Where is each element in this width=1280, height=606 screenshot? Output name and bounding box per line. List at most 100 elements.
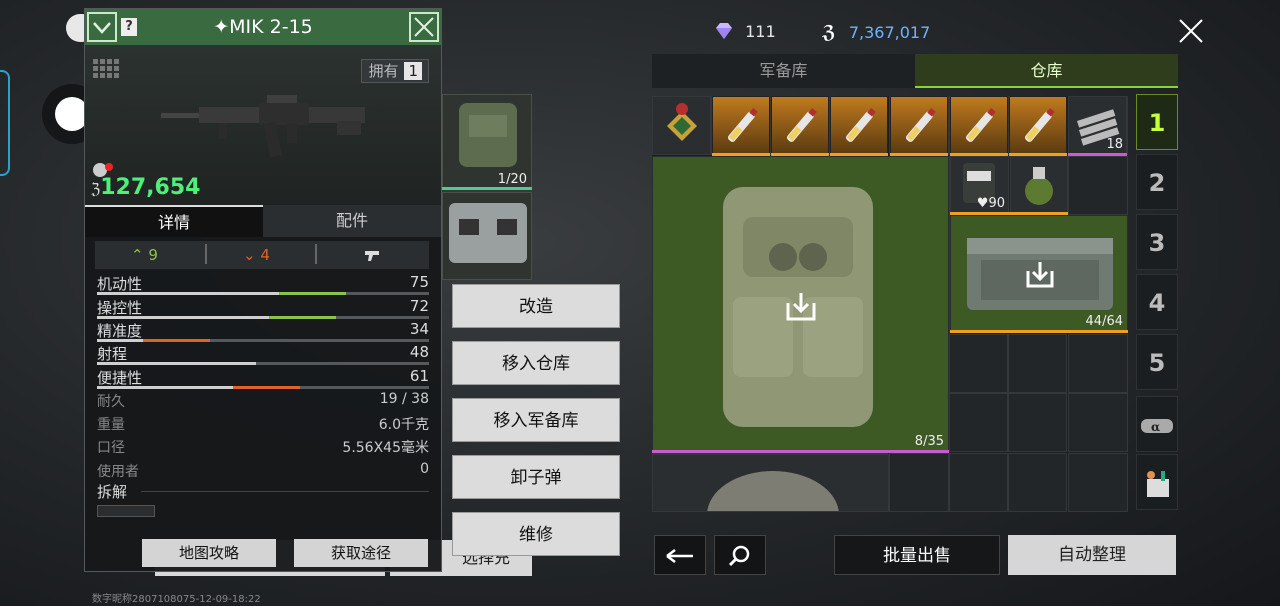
empty-slot[interactable] — [1068, 453, 1128, 512]
stat-bar-fill — [143, 339, 210, 342]
item-price: 127,654 — [100, 175, 201, 200]
diamond-icon — [716, 23, 732, 39]
stat-bar-fill — [233, 386, 300, 389]
empty-slot[interactable] — [1008, 453, 1067, 512]
page-tab-4[interactable]: 4 — [1136, 274, 1178, 330]
stat-bar — [97, 339, 429, 342]
tab-box[interactable] — [1136, 454, 1178, 510]
armor-icon — [449, 203, 527, 263]
empty-slot[interactable] — [889, 453, 949, 512]
empty-slot[interactable] — [1068, 156, 1128, 215]
backpack-item[interactable]: 8/35 — [652, 156, 949, 452]
search-button[interactable] — [714, 535, 766, 575]
injector-item[interactable] — [771, 96, 829, 155]
item-title: MIK 2-15 — [229, 16, 313, 38]
upgrade-down-value: 4 — [260, 246, 270, 264]
weapon-preview: 拥有 1 ℨ127,654 — [85, 45, 441, 205]
info-row: 口径 5.56X45毫米 — [97, 437, 429, 459]
page-tab-5[interactable]: 5 — [1136, 334, 1178, 390]
stat-bar — [97, 292, 429, 295]
injector-item[interactable] — [712, 96, 770, 155]
vest-item[interactable]: 1/20 — [442, 94, 532, 190]
tab-details[interactable]: 详情 — [85, 205, 263, 237]
case-count: 44/64 — [1085, 314, 1123, 329]
ammo-count: 18 — [1106, 137, 1123, 152]
item-title-wrap: ✦MIK 2-15 — [213, 16, 313, 38]
stat-value: 34 — [409, 320, 429, 338]
rarity-bar — [442, 187, 532, 190]
unload-ammo-button[interactable]: 卸子弹 — [452, 455, 620, 499]
edge-handle[interactable] — [0, 70, 10, 176]
page-tab-1[interactable]: 1 — [1136, 94, 1178, 150]
info-label: 口径 — [97, 440, 125, 456]
move-to-warehouse-button[interactable]: 移入仓库 — [452, 341, 620, 385]
auto-sort-button[interactable]: 自动整理 — [1008, 535, 1176, 575]
info-row: 耐久 19 / 38 — [97, 391, 429, 413]
map-guide-button[interactable]: 地图攻略 — [142, 539, 276, 567]
empty-slot[interactable] — [1068, 393, 1128, 452]
page-tab-2[interactable]: 2 — [1136, 154, 1178, 210]
coin-count: 7,367,017 — [848, 23, 931, 42]
syringe-icon — [965, 107, 996, 142]
helmet-item[interactable] — [652, 454, 889, 512]
sort-button[interactable] — [654, 535, 706, 575]
close-icon — [414, 17, 434, 37]
stat-value: 75 — [409, 273, 429, 291]
stat-row: 射程 48 — [97, 343, 429, 365]
stat-bar-fill — [189, 362, 257, 365]
empty-slot[interactable] — [949, 393, 1008, 452]
syringe-icon — [727, 107, 758, 142]
tab-warehouse[interactable]: 仓库 — [915, 54, 1178, 88]
item-detail-panel: ? ✦MIK 2-15 拥有 1 ℨ127,654 详情 配件 ⌃ 9 ⌄ 4 … — [84, 8, 442, 572]
medkit-item[interactable]: ♥90 — [950, 156, 1009, 214]
empty-slot[interactable] — [949, 334, 1008, 393]
stat-row: 精准度 34 — [97, 320, 429, 342]
user-watermark: 数字昵称2807108075-12-09-18:22 — [92, 594, 261, 605]
medal-icon — [667, 103, 697, 141]
info-value: 5.56X45毫米 — [342, 440, 429, 456]
stat-label: 操控性 — [97, 299, 143, 317]
syringe-icon — [905, 107, 936, 142]
tab-attachments[interactable]: 配件 — [263, 205, 441, 237]
grid-icon — [93, 59, 119, 78]
svg-text:α: α — [1151, 420, 1160, 434]
tab-armory[interactable]: 军备库 — [652, 54, 915, 88]
close-icon[interactable] — [1176, 14, 1206, 48]
acquire-button[interactable]: 获取途径 — [294, 539, 428, 567]
move-to-armory-button[interactable]: 移入军备库 — [452, 398, 620, 442]
case-item[interactable]: 44/64 — [950, 215, 1128, 332]
injector-item[interactable] — [950, 96, 1008, 155]
repair-button[interactable]: 维修 — [452, 512, 620, 556]
back-arrow-icon — [666, 549, 693, 563]
disassemble-slot[interactable] — [97, 505, 155, 517]
injector-item[interactable] — [1009, 96, 1067, 155]
injector-item[interactable] — [830, 96, 888, 155]
stat-value: 48 — [409, 343, 429, 361]
stat-label: 便捷性 — [97, 369, 143, 387]
grenade-item[interactable] — [1010, 156, 1068, 214]
empty-slot[interactable] — [1068, 334, 1128, 393]
empty-slot[interactable] — [949, 453, 1008, 512]
modify-button[interactable]: 改造 — [452, 284, 620, 328]
panel-close-button[interactable] — [409, 12, 439, 42]
stat-value: 61 — [409, 367, 429, 385]
coin-balance: ℨ 7,367,017 — [822, 22, 930, 43]
injector-item[interactable] — [890, 96, 948, 155]
helmet-item[interactable] — [442, 192, 532, 280]
page-tab-3[interactable]: 3 — [1136, 214, 1178, 270]
medal-item[interactable] — [652, 96, 711, 155]
ammo-item[interactable]: 18 — [1068, 96, 1127, 155]
alpha-icon: α — [1141, 419, 1173, 434]
stat-bar-fill — [269, 316, 337, 319]
stat-row: 操控性 72 — [97, 297, 429, 319]
medkit-count: ♥90 — [976, 196, 1005, 211]
stat-value: 72 — [409, 297, 429, 315]
empty-slot[interactable] — [1008, 393, 1067, 452]
owned-count: 1 — [404, 62, 422, 80]
tab-special[interactable]: α — [1136, 396, 1178, 452]
bulk-sell-button[interactable]: 批量出售 — [834, 535, 1000, 575]
empty-slot[interactable] — [1008, 334, 1067, 393]
price-wrap: ℨ127,654 — [91, 175, 201, 200]
divider — [141, 491, 429, 492]
info-label: 使用者 — [97, 464, 139, 480]
